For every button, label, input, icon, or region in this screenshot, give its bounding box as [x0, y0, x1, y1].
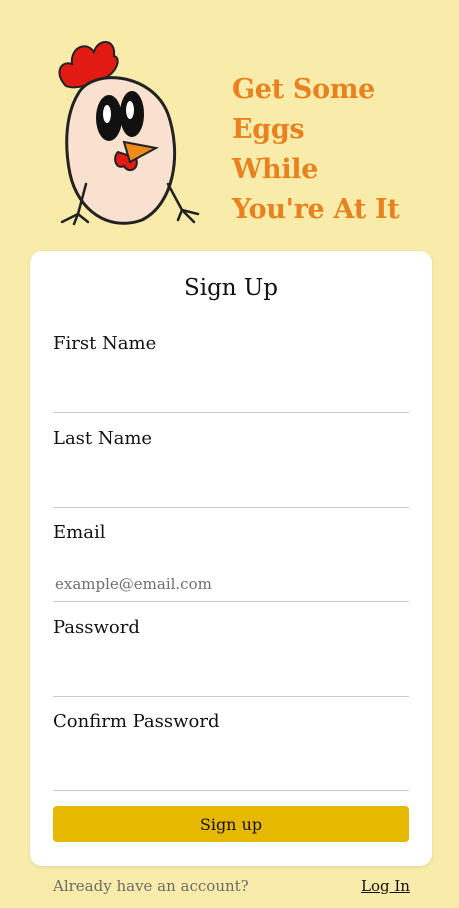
- email-field-group: Email: [53, 522, 409, 617]
- tagline-line: You're At It: [232, 194, 400, 225]
- chicken-mascot-icon: [58, 41, 200, 226]
- first-name-field-group: First Name: [53, 333, 409, 428]
- last-name-field-group: Last Name: [53, 428, 409, 523]
- password-input[interactable]: [53, 661, 409, 697]
- first-name-input[interactable]: [53, 377, 409, 413]
- login-link[interactable]: Log In: [361, 877, 410, 895]
- tagline-line: Eggs: [232, 114, 305, 145]
- signup-card: Sign Up First Name Last Name Email Passw…: [30, 251, 432, 866]
- first-name-label: First Name: [53, 333, 157, 354]
- card-title: Sign Up: [183, 275, 279, 301]
- last-name-label: Last Name: [53, 428, 153, 449]
- confirm-password-input[interactable]: [53, 755, 409, 791]
- tagline: Get Some Eggs While You're At It: [232, 70, 447, 230]
- hero-header: Get Some Eggs While You're At It: [0, 0, 459, 250]
- account-prompt: Already have an account?: [53, 877, 249, 895]
- last-name-input[interactable]: [53, 472, 409, 508]
- email-input[interactable]: [53, 566, 409, 602]
- confirm-password-field-group: Confirm Password: [53, 711, 409, 806]
- tagline-line: While: [232, 154, 319, 185]
- signup-page: Get Some Eggs While You're At It Sign Up…: [0, 0, 459, 908]
- tagline-line: Get Some: [232, 74, 375, 105]
- password-field-group: Password: [53, 617, 409, 712]
- confirm-password-label: Confirm Password: [53, 711, 220, 732]
- email-label: Email: [53, 522, 106, 543]
- signup-button[interactable]: Sign up: [53, 806, 409, 842]
- password-label: Password: [53, 617, 140, 638]
